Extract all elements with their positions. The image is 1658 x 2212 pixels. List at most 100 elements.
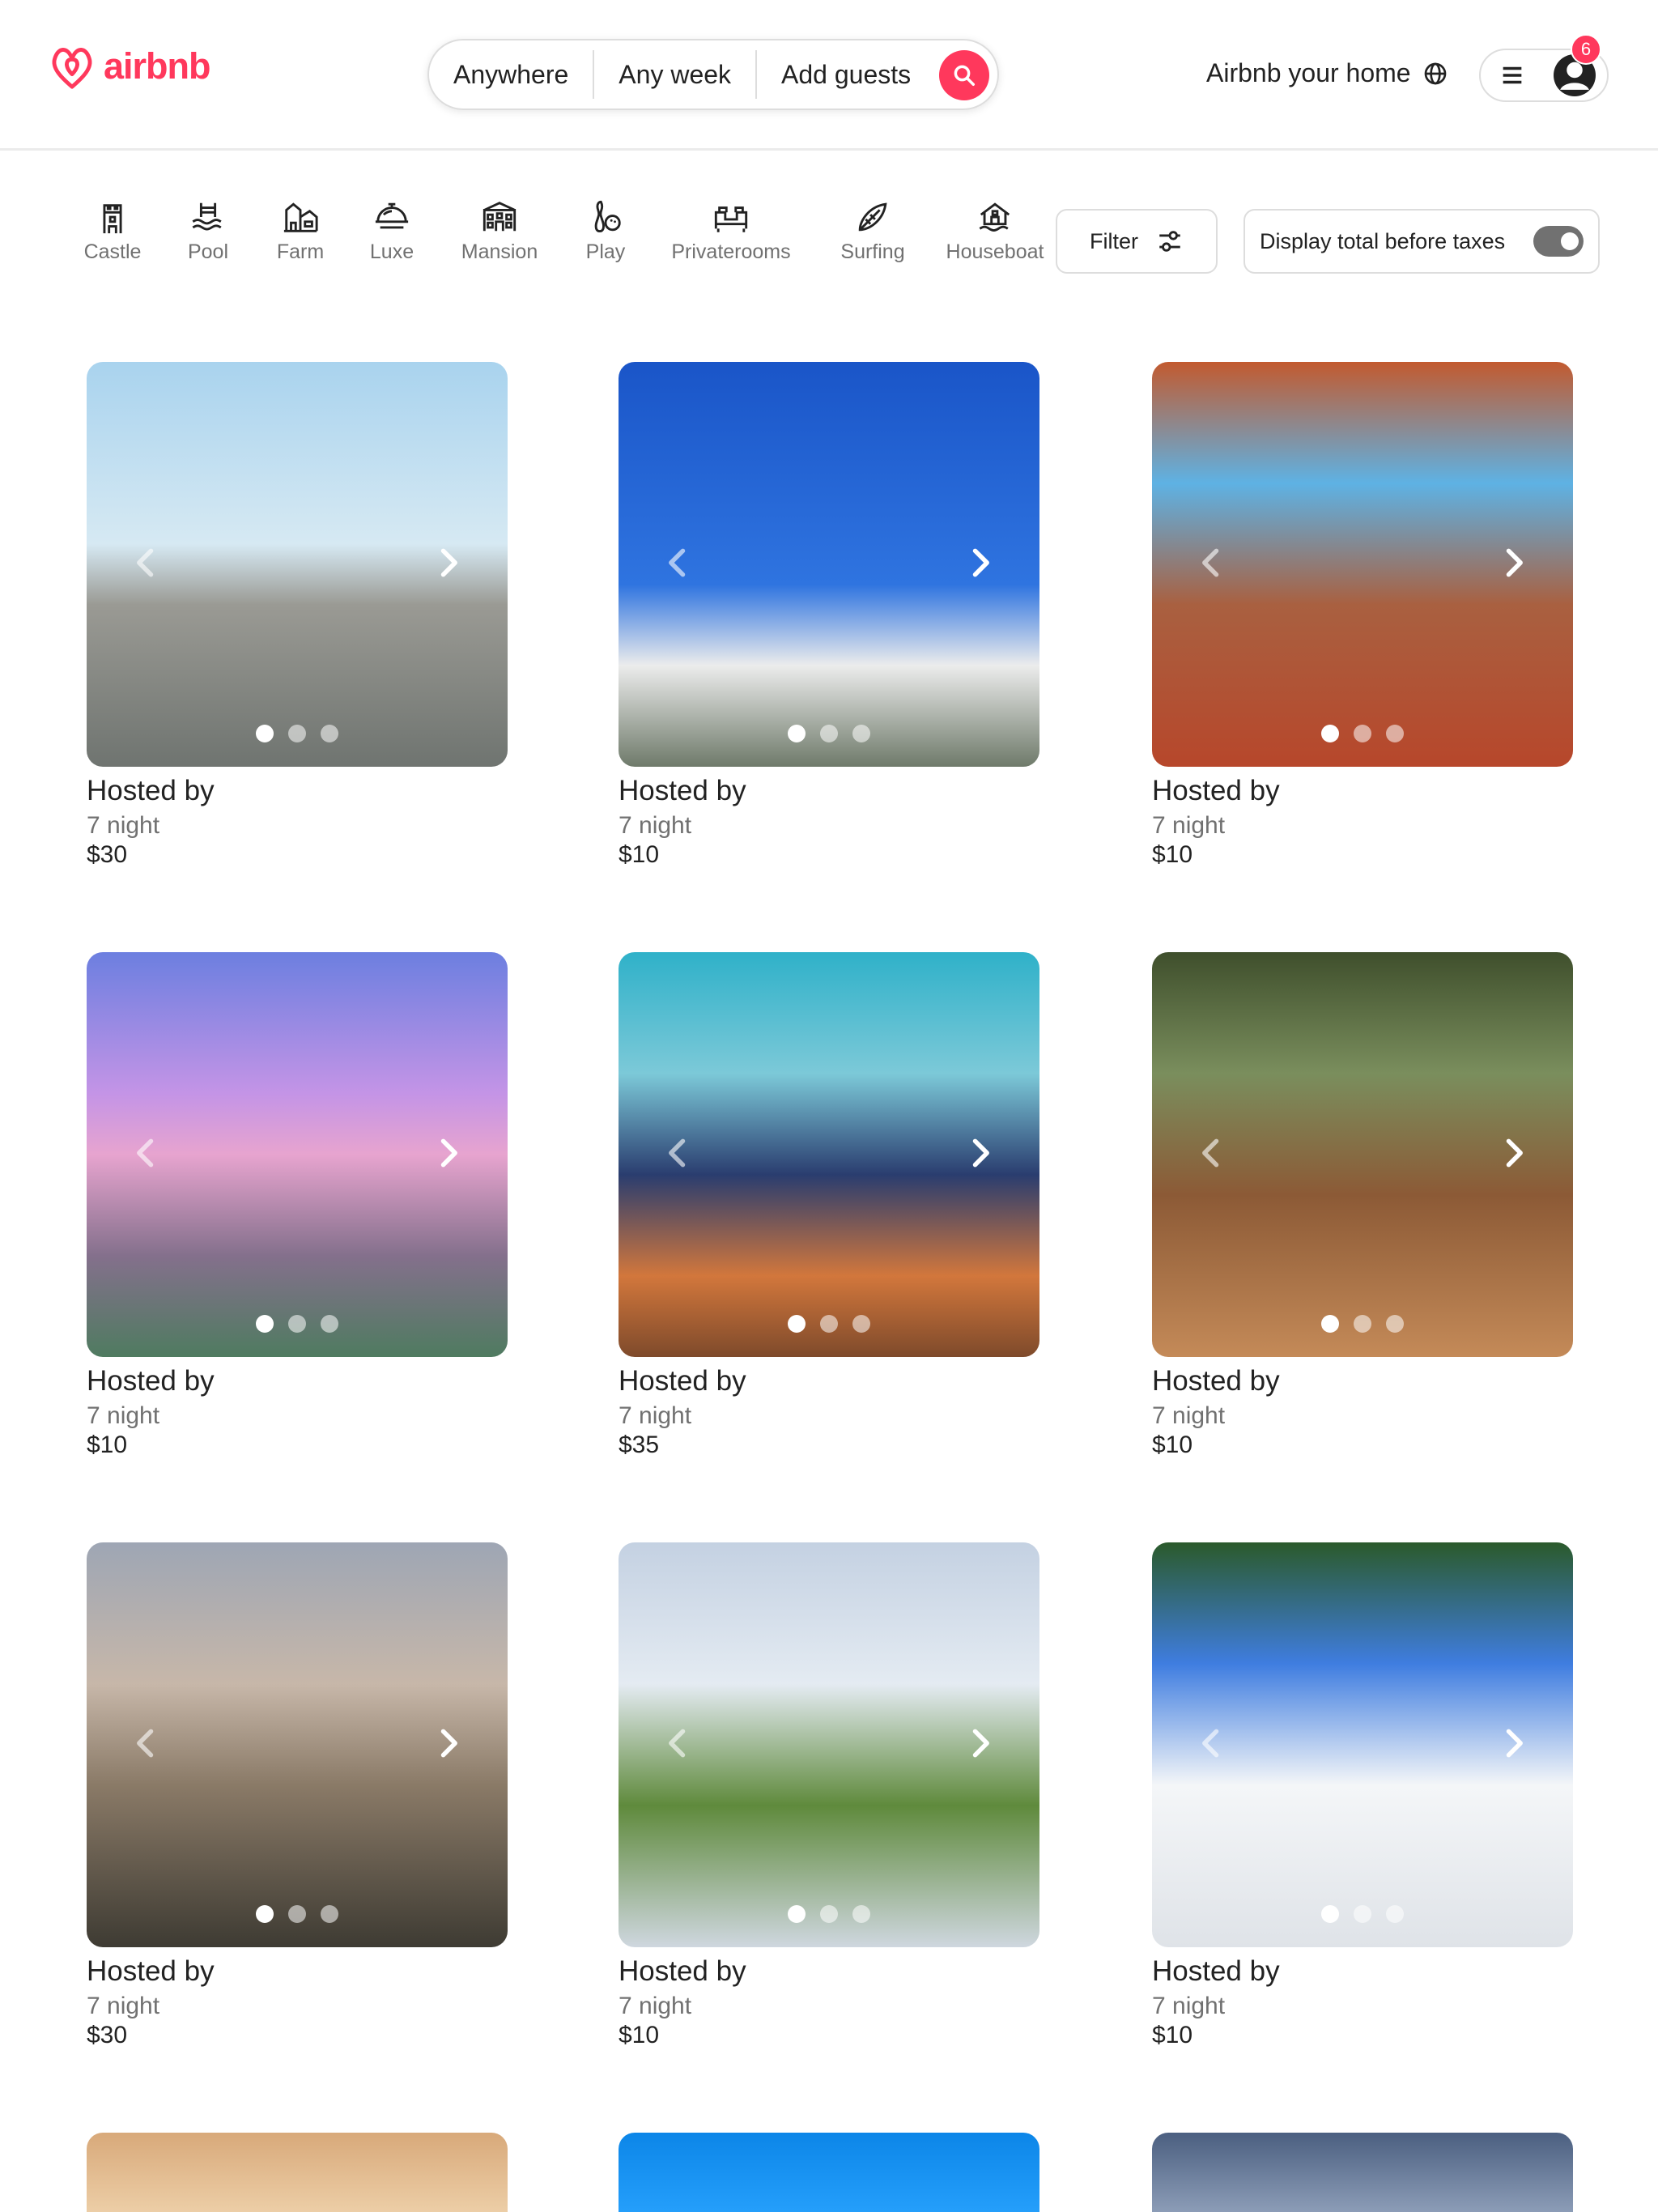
chevron-right-icon[interactable] xyxy=(1495,1725,1531,1761)
listing-nights: 7 night xyxy=(619,1402,692,1429)
listing-photo[interactable] xyxy=(87,362,508,767)
carousel-dot[interactable] xyxy=(1386,1905,1404,1923)
listing-photo[interactable] xyxy=(1152,362,1573,767)
category-privaterooms[interactable]: Privaterooms xyxy=(651,198,811,279)
listing-card[interactable]: Hosted by 7 night $10 xyxy=(87,952,508,1459)
carousel-dot[interactable] xyxy=(256,1315,274,1333)
carousel-dot[interactable] xyxy=(321,725,338,742)
chevron-right-icon[interactable] xyxy=(1495,1135,1531,1171)
carousel-dot[interactable] xyxy=(321,1315,338,1333)
listing-card[interactable]: Hosted by 7 night $10 xyxy=(619,362,1039,869)
listing-card[interactable]: Hosted by 7 night $10 xyxy=(1152,1542,1573,2049)
search-bar[interactable]: Anywhere Any week Add guests xyxy=(427,39,999,110)
carousel-dot[interactable] xyxy=(820,725,838,742)
category-label: Houseboat xyxy=(946,240,1044,263)
listing-host: Hosted by xyxy=(1152,775,1280,806)
carousel-dot[interactable] xyxy=(1386,725,1404,742)
listing-host: Hosted by xyxy=(87,775,215,806)
listing-nights: 7 night xyxy=(1152,1402,1226,1429)
globe-icon[interactable] xyxy=(1422,61,1448,87)
chevron-left-icon[interactable] xyxy=(661,545,696,581)
listing-photo[interactable] xyxy=(87,952,508,1357)
tax-toggle[interactable]: Display total before taxes xyxy=(1244,209,1600,274)
partial-card[interactable] xyxy=(1152,2133,1573,2212)
airbnb-logo[interactable]: airbnb xyxy=(47,39,211,94)
listing-photo[interactable] xyxy=(619,952,1039,1357)
listing-photo[interactable] xyxy=(619,362,1039,767)
chevron-right-icon[interactable] xyxy=(430,545,466,581)
chevron-left-icon[interactable] xyxy=(1194,1725,1230,1761)
chevron-left-icon[interactable] xyxy=(1194,1135,1230,1171)
category-mansion[interactable]: Mansion xyxy=(439,198,560,279)
listing-card[interactable]: Hosted by 7 night $30 xyxy=(87,362,508,869)
category-castle[interactable]: Castle xyxy=(65,198,160,279)
notification-badge: 6 xyxy=(1571,34,1601,65)
listing-nights: 7 night xyxy=(1152,1993,1226,2019)
chevron-left-icon[interactable] xyxy=(129,545,164,581)
carousel-dot[interactable] xyxy=(820,1315,838,1333)
listing-nights: 7 night xyxy=(1152,812,1226,839)
chevron-left-icon[interactable] xyxy=(661,1725,696,1761)
search-button[interactable] xyxy=(939,50,989,100)
carousel-dot[interactable] xyxy=(288,1905,306,1923)
carousel-dot[interactable] xyxy=(288,725,306,742)
carousel-dot[interactable] xyxy=(1386,1315,1404,1333)
carousel-dots xyxy=(788,1315,870,1333)
carousel-dot[interactable] xyxy=(852,725,870,742)
chevron-right-icon[interactable] xyxy=(430,1725,466,1761)
search-where[interactable]: Anywhere xyxy=(429,40,593,108)
chevron-left-icon[interactable] xyxy=(129,1135,164,1171)
tax-toggle-label: Display total before taxes xyxy=(1260,228,1506,253)
listing-card[interactable]: Hosted by 7 night $35 xyxy=(619,952,1039,1459)
carousel-dot[interactable] xyxy=(1354,1315,1371,1333)
chevron-right-icon[interactable] xyxy=(962,545,997,581)
chevron-right-icon[interactable] xyxy=(430,1135,466,1171)
chevron-left-icon[interactable] xyxy=(129,1725,164,1761)
chevron-left-icon[interactable] xyxy=(661,1135,696,1171)
toggle-switch[interactable] xyxy=(1533,226,1584,257)
carousel-dot[interactable] xyxy=(1354,725,1371,742)
search-when[interactable]: Any week xyxy=(594,40,755,108)
carousel-dot[interactable] xyxy=(1321,725,1339,742)
carousel-dots xyxy=(256,725,338,742)
search-who[interactable]: Add guests xyxy=(757,40,935,108)
listing-photo[interactable] xyxy=(619,1542,1039,1947)
carousel-dot[interactable] xyxy=(852,1315,870,1333)
listing-photo[interactable] xyxy=(1152,1542,1573,1947)
chevron-right-icon[interactable] xyxy=(962,1725,997,1761)
listing-card[interactable]: Hosted by 7 night $10 xyxy=(619,1542,1039,2049)
partial-card[interactable] xyxy=(619,2133,1039,2212)
listing-card[interactable]: Hosted by 7 night $10 xyxy=(1152,952,1573,1459)
carousel-dot[interactable] xyxy=(256,725,274,742)
carousel-dot[interactable] xyxy=(256,1905,274,1923)
partial-card[interactable] xyxy=(87,2133,508,2212)
category-luxe[interactable]: Luxe xyxy=(345,198,439,279)
carousel-dot[interactable] xyxy=(1321,1315,1339,1333)
listing-card[interactable]: Hosted by 7 night $30 xyxy=(87,1542,508,2049)
airbnb-your-home-link[interactable]: Airbnb your home xyxy=(1206,58,1448,88)
carousel-dot[interactable] xyxy=(788,1905,806,1923)
chevron-right-icon[interactable] xyxy=(962,1135,997,1171)
filter-button[interactable]: Filter xyxy=(1056,209,1218,274)
carousel-dot[interactable] xyxy=(1354,1905,1371,1923)
category-farm[interactable]: Farm xyxy=(256,198,345,279)
carousel-dots xyxy=(256,1315,338,1333)
chevron-left-icon[interactable] xyxy=(1194,545,1230,581)
category-surfing[interactable]: Surfing xyxy=(811,198,934,279)
carousel-dot[interactable] xyxy=(820,1905,838,1923)
carousel-dot[interactable] xyxy=(788,1315,806,1333)
chevron-right-icon[interactable] xyxy=(1495,545,1531,581)
carousel-dot[interactable] xyxy=(852,1905,870,1923)
carousel-dot[interactable] xyxy=(288,1315,306,1333)
category-pool[interactable]: Pool xyxy=(160,198,256,279)
listing-price: $30 xyxy=(87,841,128,868)
listing-card[interactable]: Hosted by 7 night $10 xyxy=(1152,362,1573,869)
category-label: Surfing xyxy=(840,240,905,263)
category-houseboat[interactable]: Houseboat xyxy=(934,198,1056,279)
carousel-dot[interactable] xyxy=(1321,1905,1339,1923)
category-play[interactable]: Play xyxy=(560,198,651,279)
listing-photo[interactable] xyxy=(87,1542,508,1947)
listing-photo[interactable] xyxy=(1152,952,1573,1357)
carousel-dot[interactable] xyxy=(788,725,806,742)
carousel-dot[interactable] xyxy=(321,1905,338,1923)
